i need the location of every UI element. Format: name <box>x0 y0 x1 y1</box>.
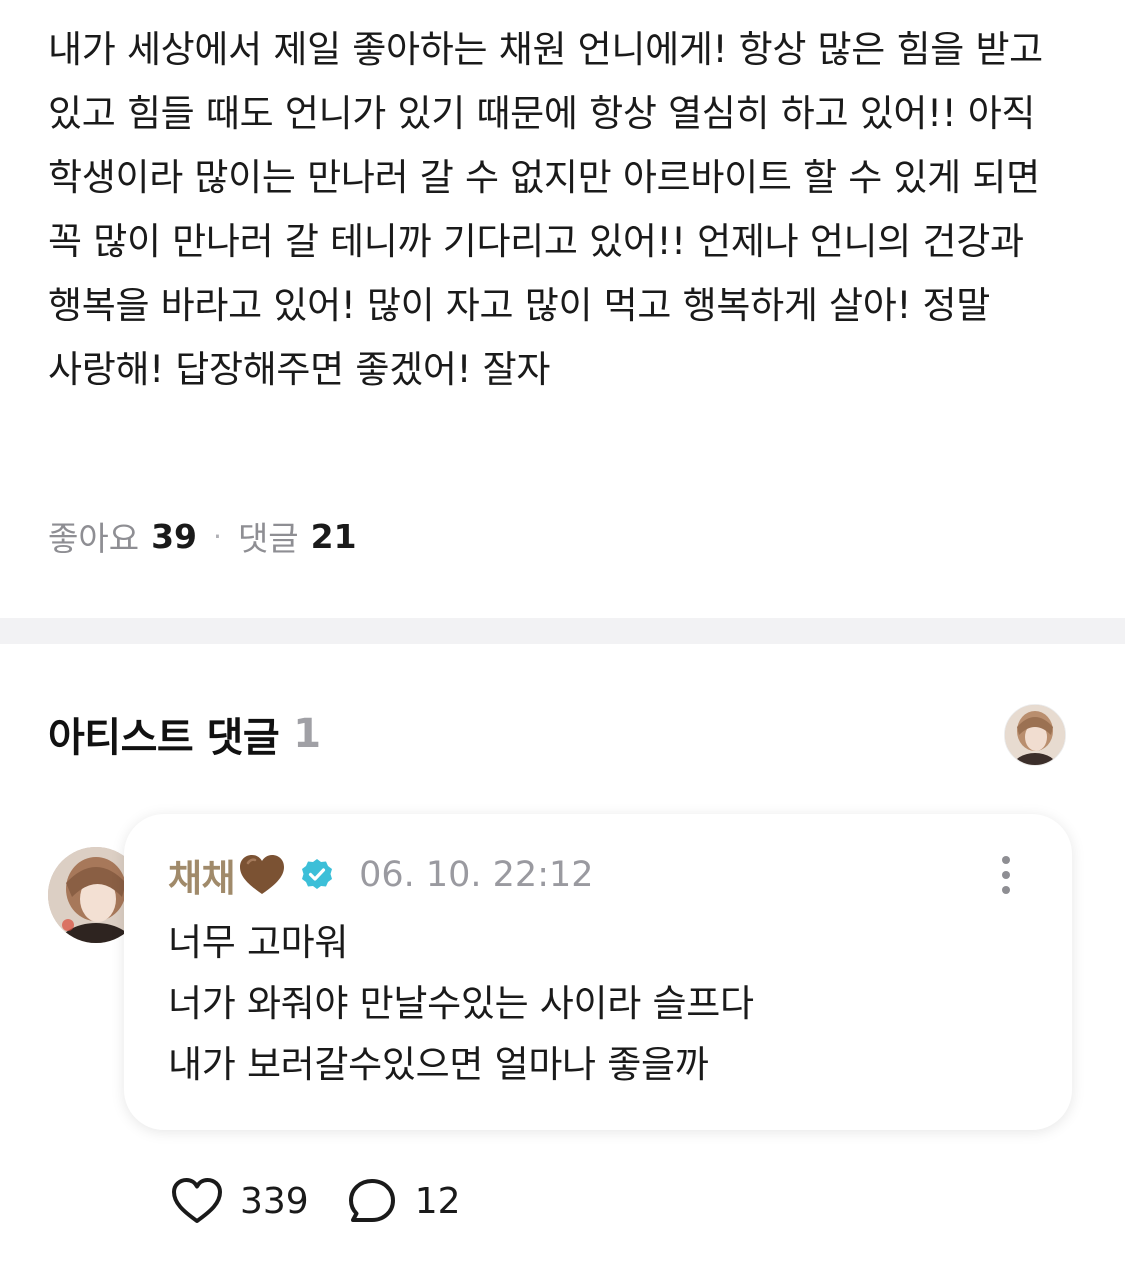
comment-line: 내가 보러갈수있으면 얼마나 좋을까 <box>168 1043 709 1086</box>
heart-outline-icon[interactable] <box>170 1176 224 1226</box>
speech-bubble-icon[interactable] <box>345 1176 399 1226</box>
more-vertical-icon[interactable] <box>996 854 1016 898</box>
post-body-text: 내가 세상에서 제일 좋아하는 채원 언니에게! 항상 많은 힘을 받고 있고 … <box>48 28 1055 391</box>
comment-actions: 339 12 <box>170 1172 461 1230</box>
artist-comments-title: 아티스트 댓글 <box>48 715 280 761</box>
likes-label[interactable]: 좋아요 <box>48 512 139 560</box>
like-count: 339 <box>240 1180 309 1222</box>
artist-comment-bubble: 채채 06. 10. 22:12 너무 고마워 너가 와줘야 만날수있는 사이라… <box>124 814 1072 1130</box>
artist-comments-section: 아티스트 댓글 1 채채 06. 10. 22:12 너무 고마워 너가 와줘야… <box>0 644 1125 1276</box>
artist-avatar-small[interactable] <box>1004 704 1066 766</box>
comments-count[interactable]: 21 <box>311 517 357 556</box>
section-divider <box>0 618 1125 644</box>
comment-meta: 채채 06. 10. 22:12 <box>168 850 594 900</box>
comment-text: 너무 고마워 너가 와줘야 만날수있는 사이라 슬프다 내가 보러갈수있으면 얼… <box>168 912 754 1095</box>
stats-separator: · <box>213 519 222 553</box>
fan-post: 내가 세상에서 제일 좋아하는 채원 언니에게! 항상 많은 힘을 받고 있고 … <box>0 0 1125 618</box>
comment-line: 너가 와줘야 만날수있는 사이라 슬프다 <box>168 982 754 1025</box>
artist-comments-header: 아티스트 댓글 1 <box>48 706 321 762</box>
post-stats: 좋아요 39 · 댓글 21 <box>48 510 357 562</box>
comments-label[interactable]: 댓글 <box>238 512 299 560</box>
verified-badge-icon <box>299 857 335 893</box>
reply-count: 12 <box>414 1180 461 1222</box>
comment-line: 너무 고마워 <box>168 921 349 964</box>
comment-author-name[interactable]: 채채 <box>168 848 236 902</box>
brown-heart-icon <box>237 853 287 897</box>
likes-count[interactable]: 39 <box>151 517 197 556</box>
comment-timestamp: 06. 10. 22:12 <box>359 855 594 895</box>
avatar-image <box>1005 705 1065 765</box>
artist-comments-count: 1 <box>293 711 321 757</box>
